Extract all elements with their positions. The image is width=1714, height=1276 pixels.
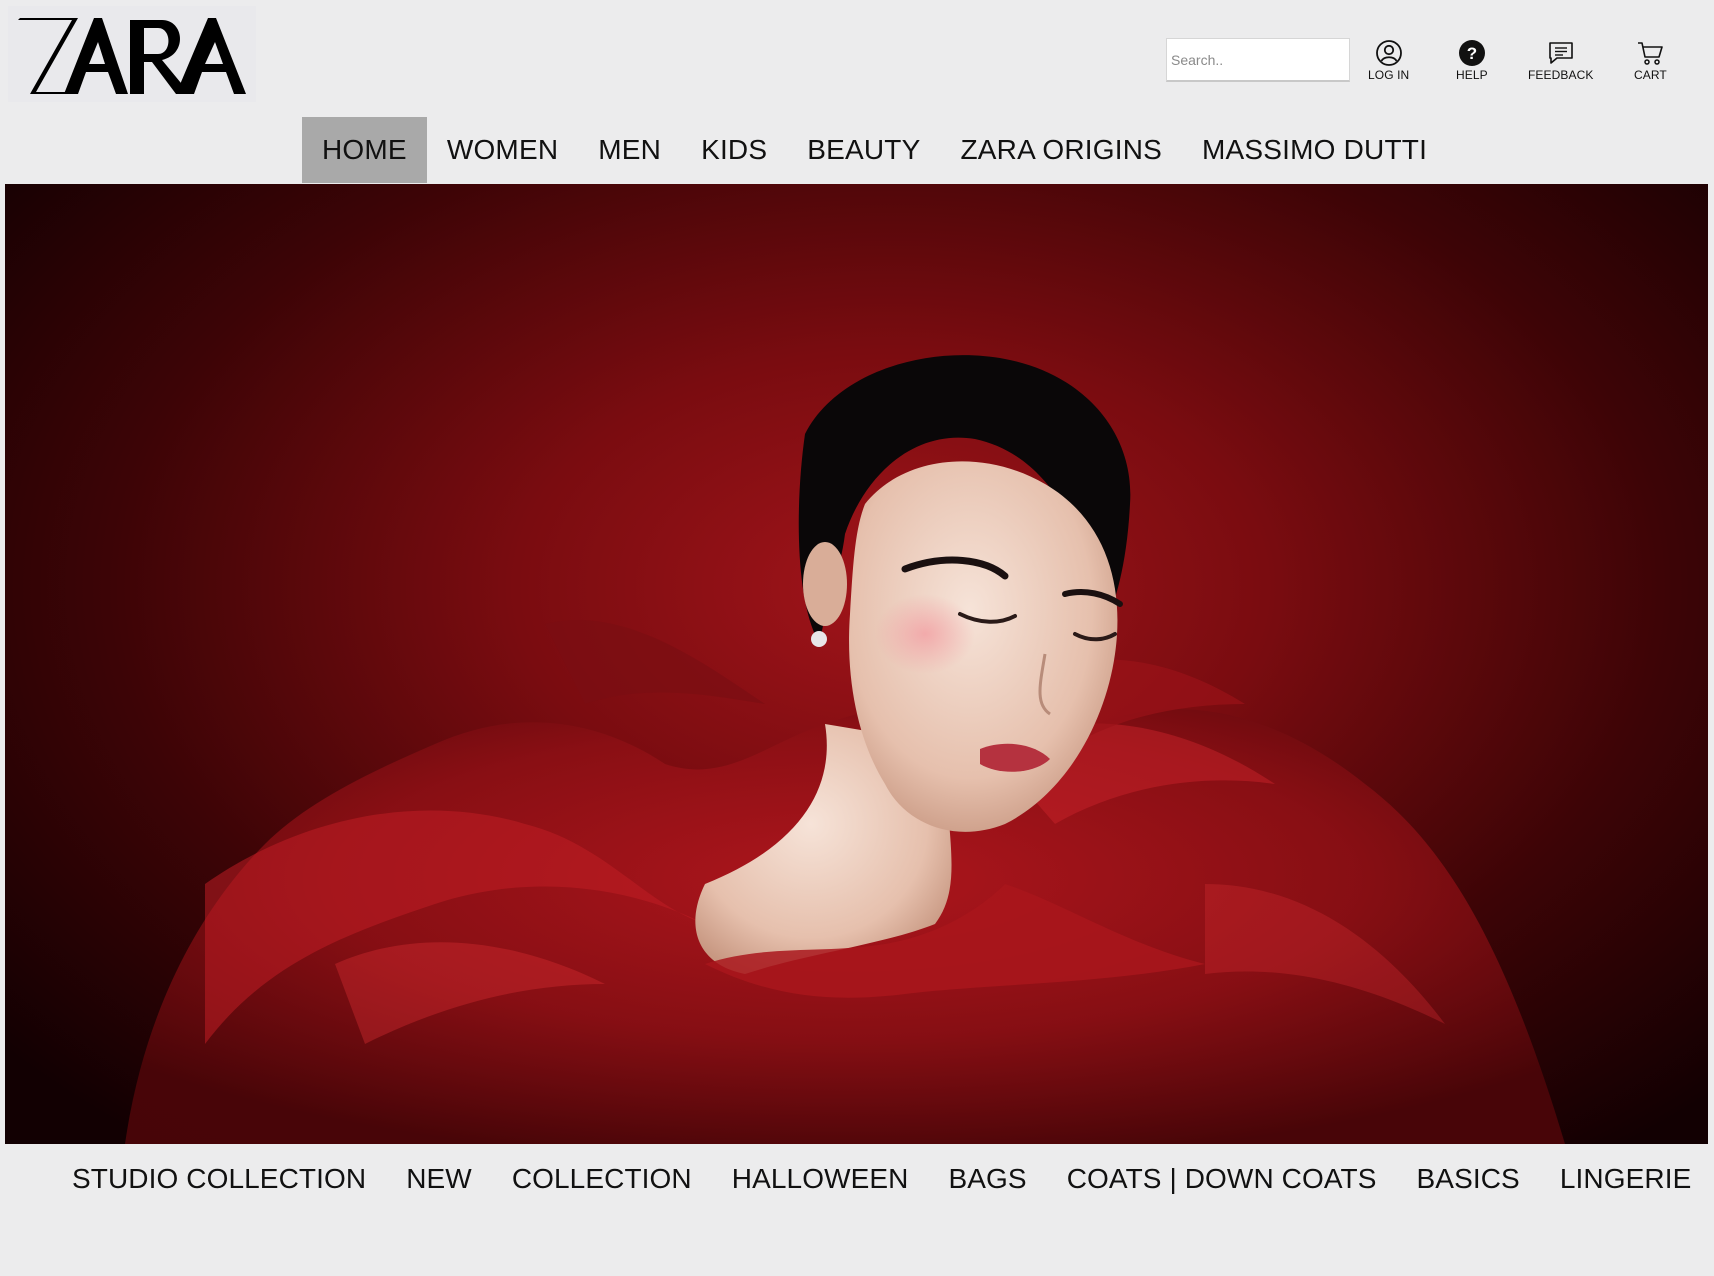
brand-logo-link[interactable] [8, 6, 256, 102]
help-label: HELP [1456, 68, 1488, 82]
zara-logo [18, 18, 246, 94]
help-button[interactable]: ? HELP [1456, 38, 1488, 82]
nav-item-massimo-dutti[interactable]: MASSIMO DUTTI [1182, 117, 1447, 183]
nav-item-men[interactable]: MEN [578, 117, 681, 183]
category-new[interactable]: NEW [386, 1154, 492, 1204]
user-icon [1375, 38, 1403, 68]
svg-text:?: ? [1467, 44, 1477, 63]
cart-label: CART [1634, 68, 1667, 82]
nav-item-women[interactable]: WOMEN [427, 117, 578, 183]
category-bags[interactable]: BAGS [928, 1154, 1046, 1204]
category-coats-down-coats[interactable]: COATS | DOWN COATS [1047, 1154, 1397, 1204]
nav-item-zara-origins[interactable]: ZARA ORIGINS [940, 117, 1182, 183]
feedback-label: FEEDBACK [1528, 68, 1594, 82]
category-collection[interactable]: COLLECTION [492, 1154, 712, 1204]
login-label: LOG IN [1368, 68, 1410, 82]
category-studio-collection[interactable]: STUDIO COLLECTION [52, 1154, 386, 1204]
cart-icon [1636, 38, 1664, 68]
main-nav: HOME WOMEN MEN KIDS BEAUTY ZARA ORIGINS … [302, 117, 1447, 183]
category-nav: STUDIO COLLECTION NEW COLLECTION HALLOWE… [52, 1154, 1711, 1204]
login-button[interactable]: LOG IN [1368, 38, 1409, 82]
nav-item-home[interactable]: HOME [302, 117, 427, 183]
category-lingerie[interactable]: LINGERIE [1540, 1154, 1712, 1204]
nav-item-beauty[interactable]: BEAUTY [787, 117, 940, 183]
cart-button[interactable]: CART [1634, 38, 1667, 82]
hero-banner[interactable] [5, 184, 1708, 1144]
category-halloween[interactable]: HALLOWEEN [712, 1154, 929, 1204]
category-basics[interactable]: BASICS [1397, 1154, 1540, 1204]
hero-image [125, 355, 1565, 1144]
search-input[interactable] [1166, 38, 1350, 82]
feedback-button[interactable]: FEEDBACK [1528, 38, 1593, 82]
feedback-icon [1547, 38, 1575, 68]
help-icon: ? [1458, 38, 1486, 68]
nav-item-kids[interactable]: KIDS [681, 117, 787, 183]
